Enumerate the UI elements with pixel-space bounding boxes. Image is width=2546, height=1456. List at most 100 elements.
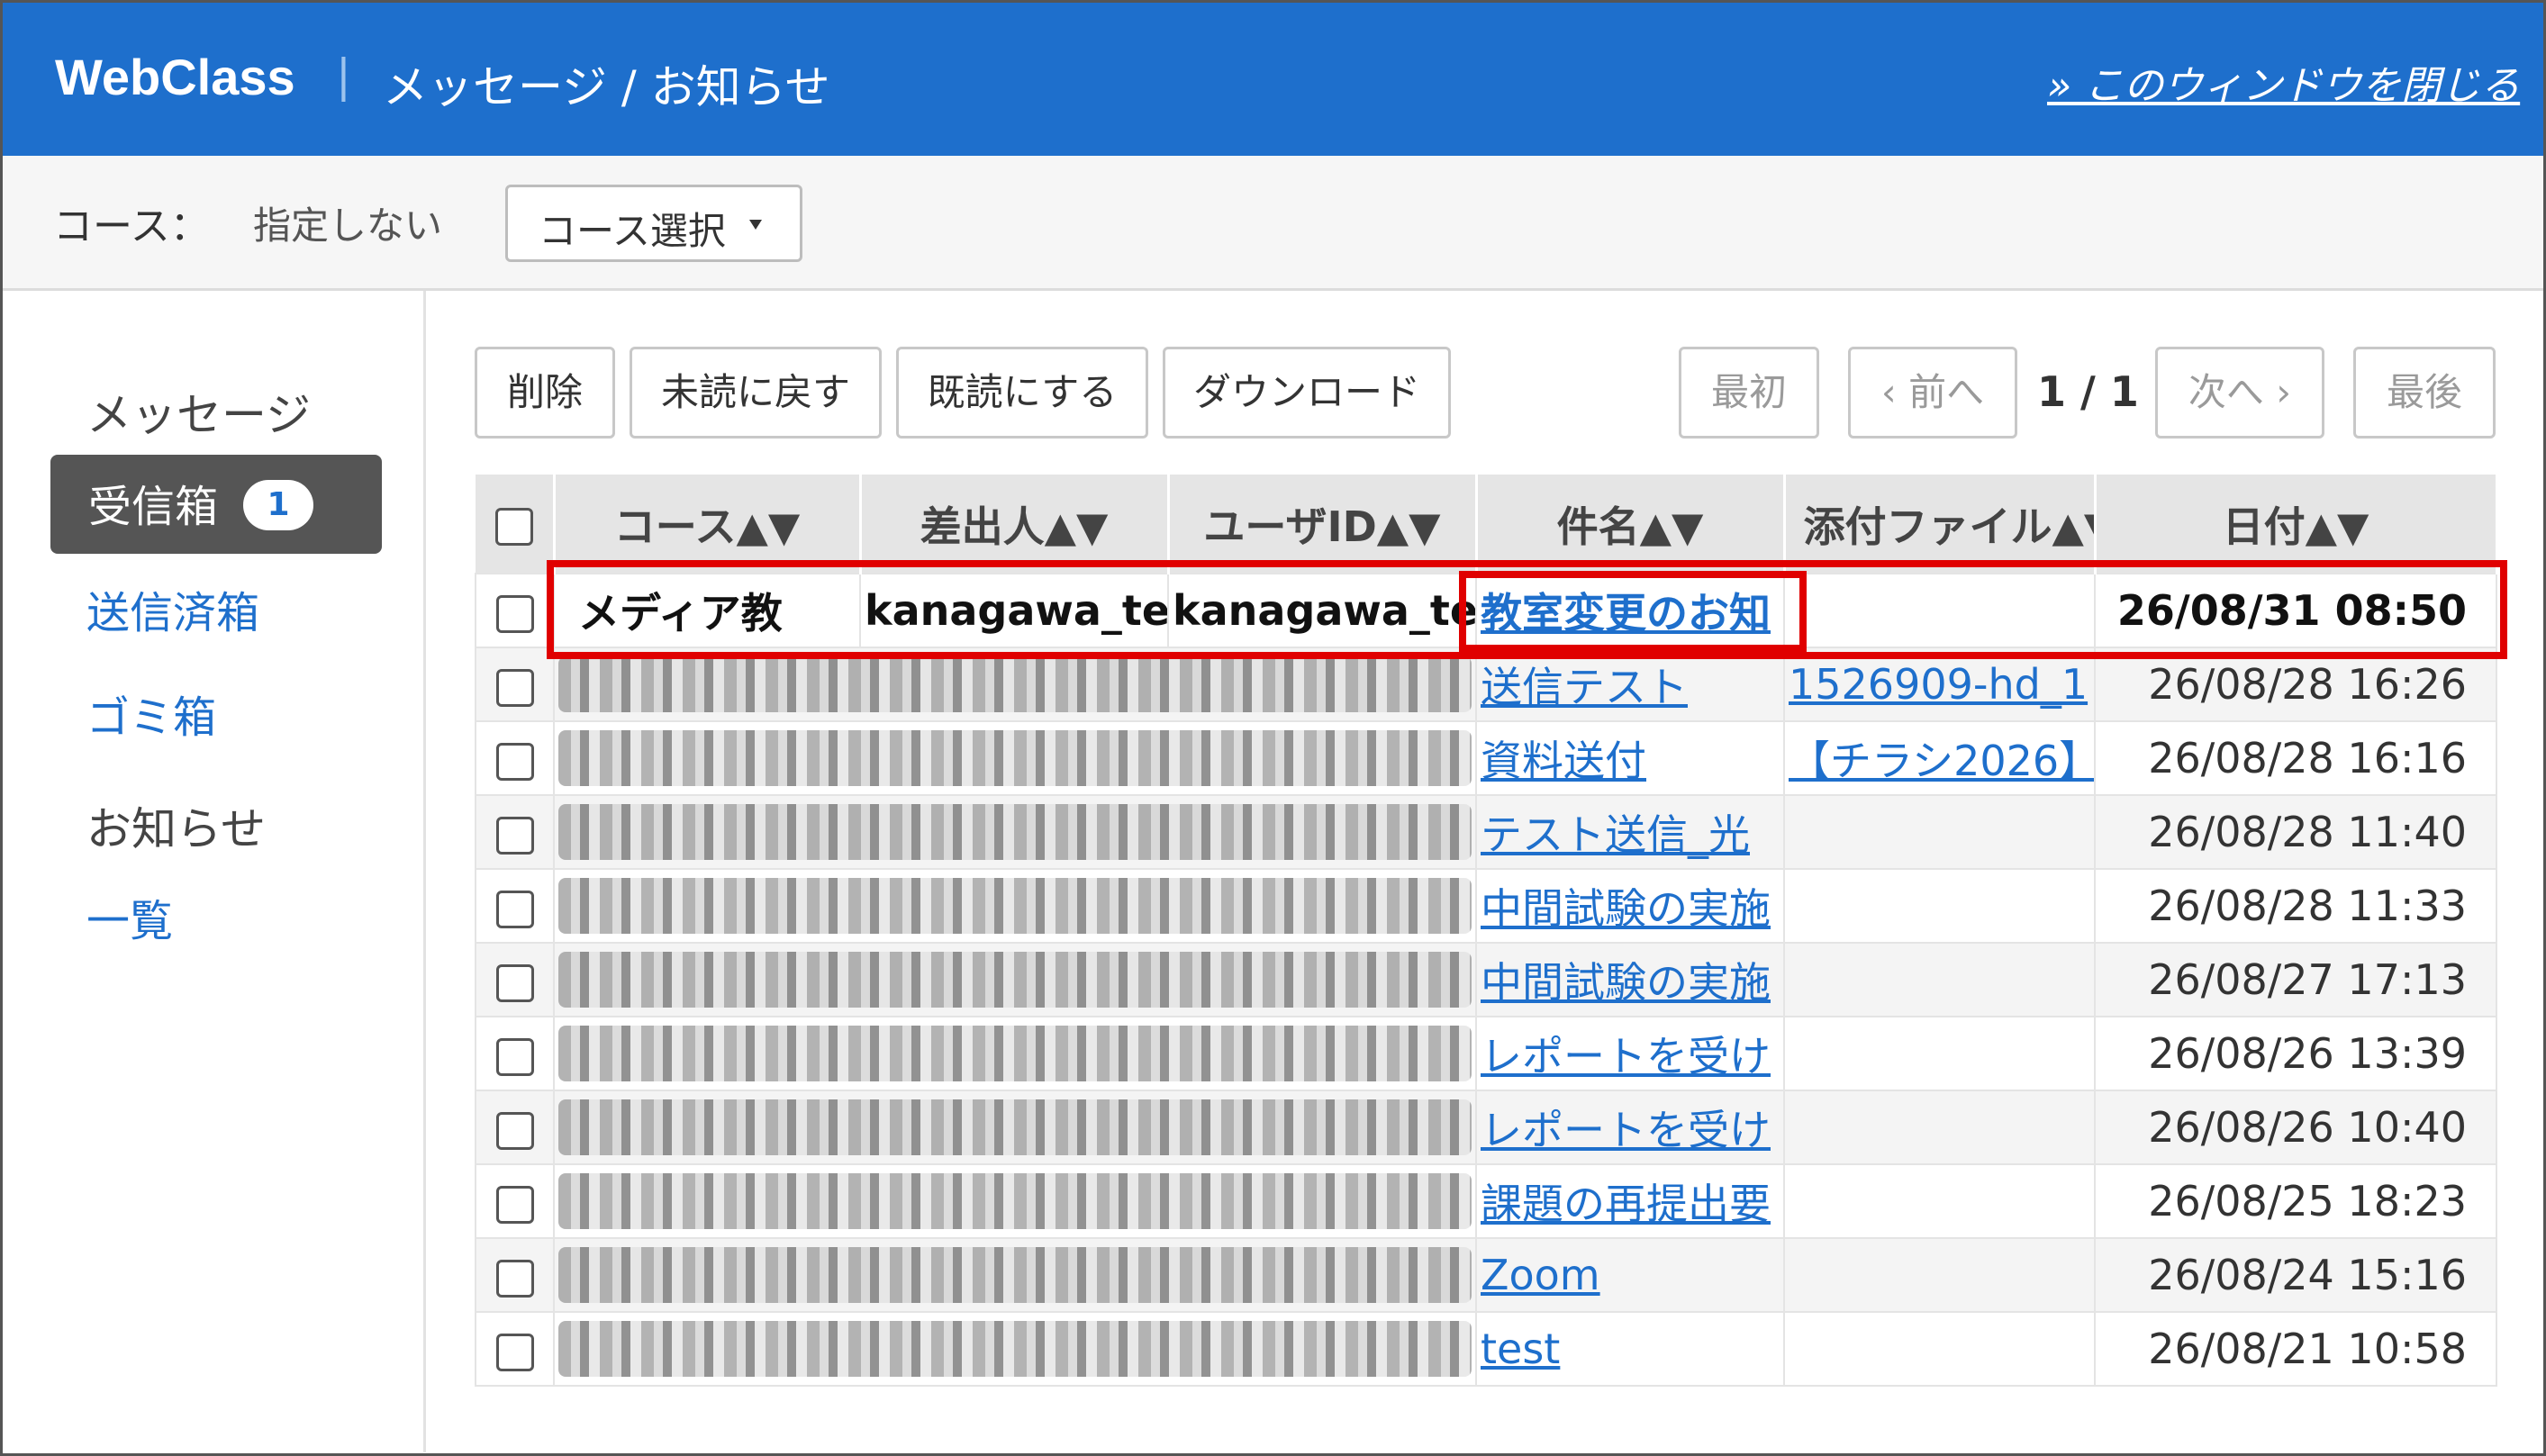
row-attachment-link[interactable]: 【チラシ2026】 <box>1789 737 2093 785</box>
table-row[interactable]: 課題の再提出要 26/08/25 18:23 <box>475 1163 2497 1239</box>
row-subject-cell: Zoom <box>1475 1237 1785 1313</box>
row-date: 26/08/25 18:23 <box>2094 1163 2497 1239</box>
redacted-mosaic <box>558 878 1472 934</box>
row-checkbox-cell <box>475 1311 555 1387</box>
table-row[interactable]: 中間試験の実施 26/08/27 17:13 <box>475 942 2497 1017</box>
redacted-mosaic <box>558 952 1472 1008</box>
course-value: 指定しない <box>253 203 443 248</box>
table-row[interactable]: 資料送付 【チラシ2026】 26/08/28 16:16 <box>475 720 2497 796</box>
mark-unread-button[interactable]: 未読に戻す <box>630 347 882 439</box>
row-checkbox[interactable] <box>495 1333 534 1371</box>
row-checkbox[interactable] <box>495 890 534 928</box>
row-checkbox[interactable] <box>495 963 534 1002</box>
row-date: 26/08/28 11:33 <box>2094 868 2497 944</box>
sidebar-item-inbox[interactable]: 受信箱 1 <box>50 455 382 554</box>
row-attachment-cell <box>1783 868 2096 944</box>
row-subject-cell: 送信テスト <box>1475 647 1785 722</box>
row-checkbox-cell <box>475 573 555 648</box>
row-checkbox-cell <box>475 868 555 944</box>
row-date: 26/08/27 17:13 <box>2094 942 2497 1017</box>
last-page-button[interactable]: 最後 <box>2353 347 2496 439</box>
redacted-mosaic <box>558 1099 1472 1155</box>
row-subject-link[interactable]: 送信テスト <box>1481 663 1688 711</box>
delete-button[interactable]: 削除 <box>475 347 615 439</box>
row-date: 26/08/26 13:39 <box>2094 1016 2497 1091</box>
row-subject-cell: 資料送付 <box>1475 720 1785 796</box>
col-attachment-header[interactable]: 添付ファイル▲▼ <box>1784 475 2097 574</box>
close-window-link[interactable]: » このウィンドウを閉じる <box>2047 53 2520 111</box>
row-date: 26/08/28 16:26 <box>2094 647 2497 722</box>
app-header: WebClass | メッセージ / お知らせ » このウィンドウを閉じる <box>3 3 2543 156</box>
row-subject-cell: レポートを受け <box>1475 1016 1785 1091</box>
prev-page-button[interactable]: ‹ 前へ <box>1848 347 2017 439</box>
row-sender: kanagawa_te <box>859 573 1169 648</box>
select-all-checkbox[interactable] <box>494 508 533 546</box>
table-row[interactable]: test 26/08/21 10:58 <box>475 1311 2497 1387</box>
row-subject-link[interactable]: Zoom <box>1481 1251 1600 1299</box>
sidebar-item-trash[interactable]: ゴミ箱 <box>86 682 216 745</box>
table-row[interactable]: メディア教 kanagawa_te kanagawa_te 教室変更のお知 26… <box>475 573 2497 648</box>
redacted-sender-info <box>553 868 1477 944</box>
row-subject-link[interactable]: 教室変更のお知 <box>1481 589 1771 638</box>
redacted-sender-info <box>553 1016 1477 1091</box>
row-attachment-cell <box>1783 1016 2096 1091</box>
row-subject-link[interactable]: 資料送付 <box>1481 737 1646 785</box>
row-date: 26/08/28 11:40 <box>2094 794 2497 870</box>
course-select-label: コース選択 <box>539 209 726 253</box>
table-header-row: コース▲▼ 差出人▲▼ ユーザID▲▼ 件名▲▼ 添付ファイル▲▼ 日付▲▼ <box>476 475 2498 574</box>
table-row[interactable]: 中間試験の実施 26/08/28 11:33 <box>475 868 2497 944</box>
row-checkbox-cell <box>475 1163 555 1239</box>
row-checkbox[interactable] <box>495 594 534 633</box>
mark-read-button[interactable]: 既読にする <box>896 347 1148 439</box>
table-row[interactable]: レポートを受け 26/08/26 13:39 <box>475 1016 2497 1091</box>
sidebar: メッセージ 受信箱 1 送信済箱 ゴミ箱 お知らせ 一覧 <box>3 291 426 1452</box>
table-row[interactable]: Zoom 26/08/24 15:16 <box>475 1237 2497 1313</box>
redacted-mosaic <box>558 730 1472 786</box>
redacted-sender-info <box>553 794 1477 870</box>
row-subject-cell: テスト送信_光 <box>1475 794 1785 870</box>
row-checkbox[interactable] <box>495 1111 534 1150</box>
row-checkbox[interactable] <box>495 1259 534 1298</box>
first-page-button[interactable]: 最初 <box>1679 347 1819 439</box>
table-row[interactable]: レポートを受け 26/08/26 10:40 <box>475 1090 2497 1165</box>
course-select-button[interactable]: コース選択 <box>505 185 802 262</box>
row-checkbox[interactable] <box>495 1037 534 1076</box>
row-checkbox[interactable] <box>495 816 534 855</box>
row-checkbox-cell <box>475 1237 555 1313</box>
redacted-mosaic <box>558 656 1472 712</box>
sidebar-item-notice-list[interactable]: 一覧 <box>86 885 173 948</box>
col-date-header[interactable]: 日付▲▼ <box>2095 475 2498 574</box>
row-attachment-cell <box>1783 794 2096 870</box>
row-attachment-cell <box>1783 573 2096 648</box>
row-subject-link[interactable]: 課題の再提出要 <box>1481 1180 1771 1228</box>
sidebar-heading-notice: お知らせ <box>86 803 266 855</box>
table-row[interactable]: テスト送信_光 26/08/28 11:40 <box>475 794 2497 870</box>
row-attachment-link[interactable]: 1526909-hd_1 <box>1789 660 2088 709</box>
row-subject-cell: test <box>1475 1311 1785 1387</box>
course-label: コース： <box>53 203 210 249</box>
col-sender-header[interactable]: 差出人▲▼ <box>860 475 1170 574</box>
row-subject-cell: 教室変更のお知 <box>1475 573 1785 648</box>
sidebar-item-sent[interactable]: 送信済箱 <box>86 577 259 640</box>
row-subject-link[interactable]: 中間試験の実施 <box>1481 884 1771 933</box>
row-checkbox[interactable] <box>495 1185 534 1224</box>
row-checkbox-cell <box>475 720 555 796</box>
row-subject-link[interactable]: レポートを受け <box>1481 1106 1771 1154</box>
download-button[interactable]: ダウンロード <box>1163 347 1451 439</box>
sidebar-item-inbox-label: 受信箱 <box>88 482 219 532</box>
row-subject-link[interactable]: テスト送信_光 <box>1481 810 1750 859</box>
next-page-button[interactable]: 次へ › <box>2155 347 2324 439</box>
row-checkbox[interactable] <box>495 742 534 781</box>
row-date: 26/08/24 15:16 <box>2094 1237 2497 1313</box>
row-subject-link[interactable]: レポートを受け <box>1481 1032 1771 1081</box>
redacted-mosaic <box>558 1173 1472 1229</box>
row-subject-link[interactable]: 中間試験の実施 <box>1481 958 1771 1007</box>
row-checkbox[interactable] <box>495 668 534 707</box>
row-subject-cell: 中間試験の実施 <box>1475 868 1785 944</box>
redacted-mosaic <box>558 804 1472 860</box>
col-course-header[interactable]: コース▲▼ <box>554 475 862 574</box>
table-row[interactable]: 送信テスト 1526909-hd_1 26/08/28 16:26 <box>475 647 2497 722</box>
col-userid-header[interactable]: ユーザID▲▼ <box>1168 475 1478 574</box>
col-subject-header[interactable]: 件名▲▼ <box>1476 475 1786 574</box>
row-subject-link[interactable]: test <box>1481 1325 1560 1373</box>
